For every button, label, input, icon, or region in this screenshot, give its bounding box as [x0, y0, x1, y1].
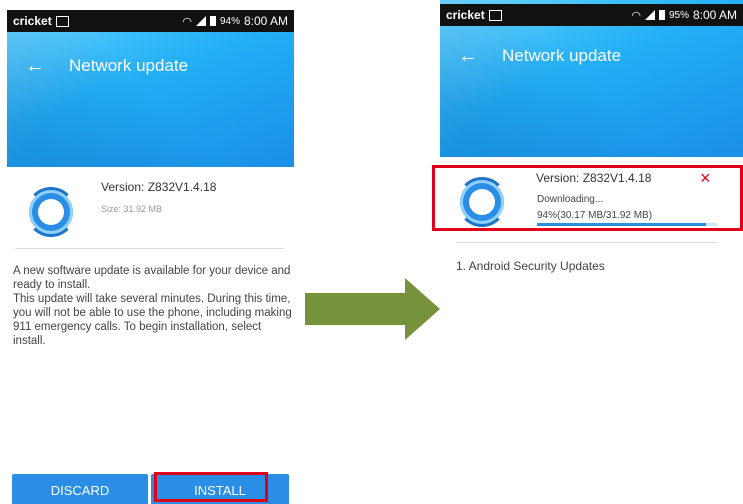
description-line-1: A new software update is available for y… [13, 265, 291, 291]
status-bar: cricket ◠ 94% 8:00 AM [7, 10, 294, 32]
divider [456, 242, 718, 243]
update-list-item: 1. Android Security Updates [456, 259, 605, 273]
image-notification-icon [488, 9, 502, 21]
battery-percent: 95% [668, 9, 689, 21]
version-label: Version: Z832V1.4.18 [101, 180, 217, 194]
status-right: ◠ 94% 8:00 AM [182, 14, 288, 28]
divider [15, 248, 284, 249]
battery-icon [209, 16, 216, 26]
discard-button[interactable]: DISCARD [12, 474, 148, 504]
size-label: Size: 31.92 MB [101, 204, 163, 214]
install-highlight-box [154, 472, 268, 502]
right-phone-screen: cricket ◠ 95% 8:00 AM ← Network update V… [440, 0, 743, 300]
download-highlight-box [432, 165, 743, 231]
signal-icon [644, 10, 655, 20]
page-title: Network update [502, 46, 622, 65]
description-line-2: This update will take several minutes. D… [13, 293, 292, 347]
clock: 8:00 AM [243, 14, 288, 28]
update-description: A new software update is available for y… [13, 264, 293, 348]
battery-icon [658, 10, 665, 20]
status-bar: cricket ◠ 95% 8:00 AM [440, 4, 743, 26]
carrier-label: cricket [13, 14, 52, 28]
app-bar: ← Network update [440, 42, 743, 70]
wifi-icon: ◠ [182, 15, 192, 28]
wifi-icon: ◠ [631, 9, 641, 22]
clock: 8:00 AM [692, 8, 737, 22]
right-arrow-icon [405, 278, 440, 340]
page-title: Network update [69, 56, 189, 75]
left-phone-screen: cricket ◠ 94% 8:00 AM ← Network update V… [7, 10, 294, 504]
back-arrow-icon[interactable]: ← [448, 45, 488, 68]
update-sync-icon [26, 187, 76, 237]
carrier-label: cricket [446, 8, 485, 22]
app-bar: ← Network update [7, 52, 294, 80]
image-notification-icon [55, 15, 69, 27]
status-right: ◠ 95% 8:00 AM [631, 8, 737, 22]
signal-icon [195, 16, 206, 26]
arrow-shaft [305, 293, 405, 325]
header-banner [7, 10, 294, 167]
back-arrow-icon[interactable]: ← [15, 55, 55, 78]
battery-percent: 94% [219, 15, 240, 27]
